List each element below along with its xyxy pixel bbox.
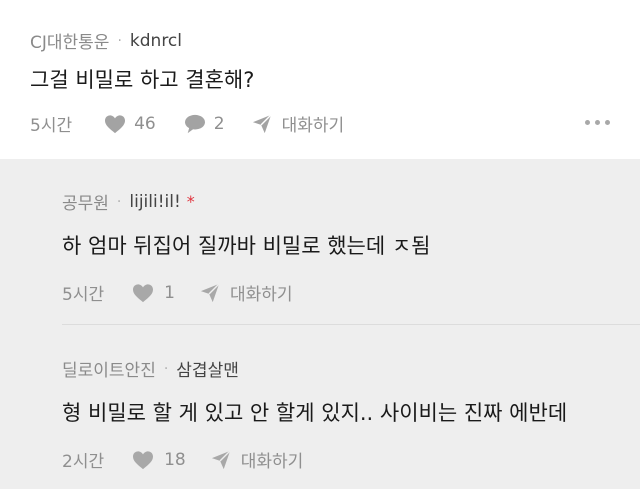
more-dot (595, 119, 600, 125)
reply-button[interactable]: 대화하기 (210, 447, 304, 472)
reply-actions: 2시간 18 대화하기 (62, 447, 578, 473)
reply-text: 형 비밀로 할 게 있고 안 할게 있지.. 사이비는 진짜 에반데 (62, 401, 568, 425)
heart-icon (132, 450, 154, 470)
send-arrow-icon (210, 449, 232, 470)
like-count: 1 (164, 282, 175, 303)
reply-meta: 딜로이트안진 · 삼겹살맨 (62, 356, 578, 382)
author-nickname[interactable]: lijili!il! (129, 192, 180, 212)
reply-actions: 5시간 1 대화하기 (62, 280, 578, 306)
divider (62, 324, 640, 325)
reply-button[interactable]: 대화하기 (251, 111, 345, 136)
company-name[interactable]: 공무원 (62, 189, 109, 214)
like-button[interactable]: 18 (132, 450, 186, 470)
reply-time: 5시간 (62, 285, 105, 305)
reply-text: 하 엄마 뒤집어 질까바 비밀로 했는데 ㅈ됨 (62, 234, 431, 258)
comment-meta: CJ대한통운 · kdnrcl (30, 28, 182, 54)
comment-text: 그걸 비밀로 하고 결혼해? (30, 68, 255, 92)
replies-section: 공무원 · lijili!il! * 하 엄마 뒤집어 질까바 비밀로 했는데 … (0, 159, 640, 489)
reply-label: 대화하기 (240, 452, 304, 472)
company-name[interactable]: 딜로이트안진 (62, 356, 156, 381)
separator-dot: · (117, 32, 122, 49)
separator-dot: · (163, 360, 169, 377)
reply-count: 2 (213, 113, 225, 134)
heart-icon (104, 114, 126, 134)
reply-meta: 공무원 · lijili!il! * (62, 189, 578, 215)
author-nickname[interactable]: 삼겹살맨 (176, 356, 239, 381)
send-arrow-icon (251, 113, 273, 134)
reply-item: 딜로이트안진 · 삼겹살맨 형 비밀로 할 게 있고 안 할게 있지.. 사이비… (62, 356, 578, 473)
more-options-icon[interactable] (585, 112, 610, 132)
more-dot (605, 119, 610, 125)
new-mark: * (186, 192, 195, 211)
author-nickname[interactable]: kdnrcl (130, 31, 182, 51)
separator-dot: · (116, 193, 122, 210)
like-count: 18 (164, 449, 186, 470)
like-count: 46 (134, 113, 156, 134)
like-button[interactable]: 46 (104, 114, 156, 134)
comment-time: 5시간 (30, 116, 73, 136)
reply-item: 공무원 · lijili!il! * 하 엄마 뒤집어 질까바 비밀로 했는데 … (62, 189, 578, 306)
speech-bubble-icon (184, 114, 206, 134)
more-dot (585, 119, 590, 125)
reply-time: 2시간 (62, 452, 105, 472)
reply-count-button[interactable]: 2 (184, 114, 225, 134)
comment-card: CJ대한통운 · kdnrcl 그걸 비밀로 하고 결혼해? 5시간 46 2 (0, 0, 640, 159)
heart-icon (132, 283, 154, 303)
reply-label: 대화하기 (229, 285, 293, 305)
send-arrow-icon (199, 282, 221, 303)
reply-label: 대화하기 (281, 116, 345, 136)
reply-button[interactable]: 대화하기 (199, 280, 293, 305)
like-button[interactable]: 1 (132, 283, 175, 303)
comment-actions: 5시간 46 2 대화하기 (30, 111, 612, 137)
company-name[interactable]: CJ대한통운 (30, 28, 109, 53)
